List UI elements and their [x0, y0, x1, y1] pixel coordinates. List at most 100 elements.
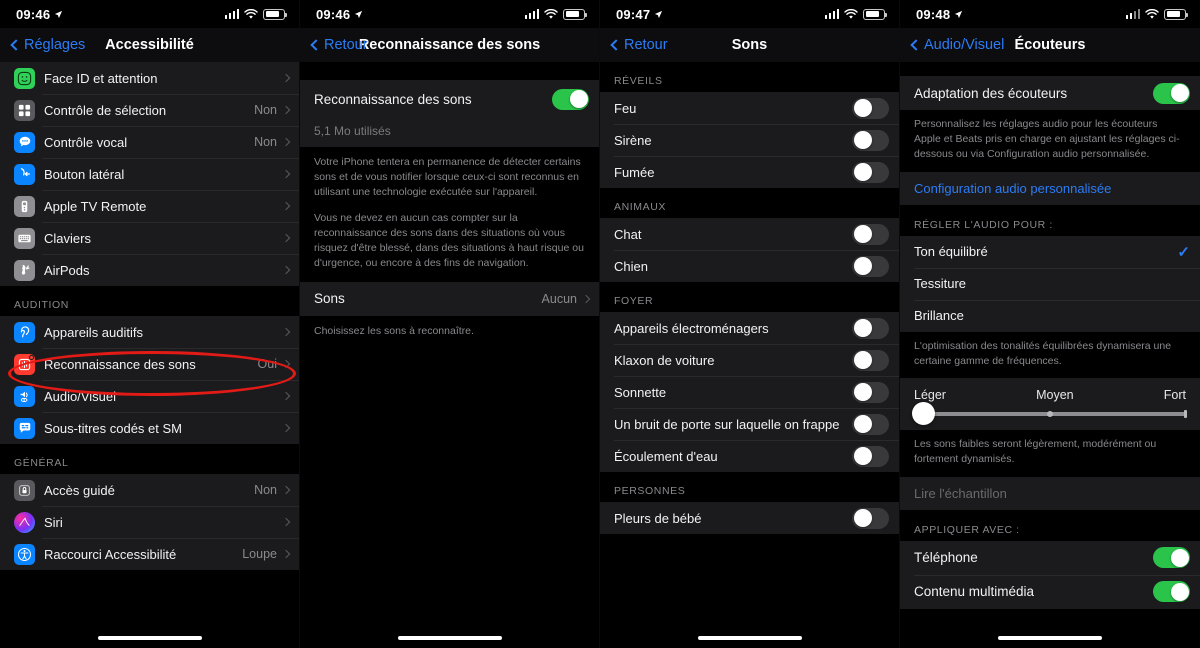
sound-toggle[interactable]: [852, 317, 889, 339]
settings-list[interactable]: Reconnaissance des sons 5,1 Mo utilisés …: [300, 62, 599, 648]
chevron-right-icon: [581, 294, 591, 303]
sound-label: Écoulement d'eau: [614, 448, 718, 464]
sidebar-item-face-id[interactable]: Face ID et attention: [0, 62, 299, 94]
settings-group-general-top: Face ID et attention Contrôle de sélecti…: [0, 62, 299, 286]
sound-toggle[interactable]: [852, 97, 889, 119]
sound-recognition-group: Reconnaissance des sons 5,1 Mo utilisés: [300, 80, 599, 147]
sound-toggle-row[interactable]: Sonnette: [600, 376, 899, 408]
sound-toggle[interactable]: [852, 349, 889, 371]
sound-toggle[interactable]: [852, 507, 889, 529]
sound-toggle-row[interactable]: Chien: [600, 250, 899, 282]
sound-toggle[interactable]: [852, 223, 889, 245]
sounds-list[interactable]: RÉVEILS Feu Sirène Fumée ANIMAUX Chat Ch…: [600, 62, 899, 648]
adaptation-footnote-block: Personnalisez les réglages audio pour le…: [900, 110, 1200, 172]
chevron-left-icon: [10, 39, 22, 51]
toggle-knob: [853, 383, 872, 401]
sound-toggle[interactable]: [852, 129, 889, 151]
sidebar-item-apple-tv-remote[interactable]: Apple TV Remote: [0, 190, 299, 222]
tune-option-row[interactable]: Brillance: [900, 299, 1200, 332]
location-arrow-icon: [355, 10, 363, 18]
row-value: Non: [254, 103, 277, 117]
headphone-accommodations-row[interactable]: Adaptation des écouteurs: [900, 76, 1200, 110]
sidebar-item-airpods[interactable]: AirPods: [0, 254, 299, 286]
sound-toggle-row[interactable]: Écoulement d'eau: [600, 440, 899, 472]
row-value: Oui: [257, 357, 277, 371]
back-button[interactable]: Retour: [310, 37, 368, 53]
status-bar-indicators: [1125, 8, 1188, 20]
sidebar-item-hearing-devices[interactable]: Appareils auditifs: [0, 316, 299, 348]
sound-toggle-row[interactable]: Sirène: [600, 124, 899, 156]
sound-label: Pleurs de bébé: [614, 510, 702, 526]
sound-toggle-row[interactable]: Un bruit de porte sur laquelle on frappe: [600, 408, 899, 440]
spacer: [900, 62, 1200, 76]
sound-toggle-row[interactable]: Klaxon de voiture: [600, 344, 899, 376]
group-header-general: GÉNÉRAL: [0, 444, 299, 474]
back-button[interactable]: Retour: [610, 37, 668, 53]
sounds-row[interactable]: Sons Aucun: [300, 281, 599, 316]
apply-label: Contenu multimédia: [914, 584, 1035, 600]
headphone-accommodations-label: Adaptation des écouteurs: [914, 85, 1068, 101]
cellular-bars-icon: [524, 9, 539, 19]
sound-toggle[interactable]: [852, 413, 889, 435]
sound-toggle-row[interactable]: Feu: [600, 92, 899, 124]
toggle-knob: [853, 509, 872, 527]
apply-toggle-row[interactable]: Téléphone: [900, 540, 1200, 575]
apply-toggle-row[interactable]: Contenu multimédia: [900, 574, 1200, 609]
sidebar-item-label: Sous-titres codés et SM: [44, 420, 182, 436]
sidebar-item-side-button[interactable]: Bouton latéral: [0, 158, 299, 190]
sidebar-item-voice-control[interactable]: Contrôle vocal Non: [0, 126, 299, 158]
sound-recognition-toggle[interactable]: [552, 88, 589, 110]
sidebar-item-subtitles[interactable]: Sous-titres codés et SM: [0, 412, 299, 444]
settings-list[interactable]: Face ID et attention Contrôle de sélecti…: [0, 62, 299, 648]
slider-thumb[interactable]: [912, 402, 935, 426]
sidebar-item-siri[interactable]: Siri: [0, 506, 299, 538]
headphone-accommodations-toggle[interactable]: [1153, 82, 1190, 104]
battery-icon: [563, 8, 587, 20]
sidebar-item-audio-visual[interactable]: Audio/Visuel: [0, 380, 299, 412]
storage-usage-note: 5,1 Mo utilisés: [300, 118, 599, 147]
slider-tick-end: [1184, 410, 1187, 419]
strength-slider[interactable]: [912, 402, 1187, 426]
sidebar-item-sound-recognition[interactable]: Reconnaissance des sons Oui: [0, 348, 299, 380]
back-button[interactable]: Audio/Visuel: [910, 37, 1005, 53]
wifi-icon: [844, 8, 858, 19]
custom-audio-setup-link[interactable]: Configuration audio personnalisée: [900, 171, 1200, 205]
sidebar-item-accessibility-shortcut[interactable]: Raccourci Accessibilité Loupe: [0, 538, 299, 570]
status-time: 09:46: [16, 6, 51, 22]
sound-recognition-toggle-row[interactable]: Reconnaissance des sons: [300, 80, 599, 118]
sound-toggle[interactable]: [852, 445, 889, 467]
apply-toggle[interactable]: [1153, 581, 1190, 603]
sound-toggle[interactable]: [852, 161, 889, 183]
apple-tv-remote-icon: [14, 195, 35, 217]
apply-toggle[interactable]: [1153, 547, 1190, 569]
wifi-icon: [544, 8, 558, 19]
toggle-knob: [853, 99, 872, 117]
footnote-paragraph-1: Votre iPhone tentera en permanence de dé…: [314, 156, 581, 199]
group-header-foyer: FOYER: [600, 282, 899, 312]
tune-option-row[interactable]: Tessiture: [900, 267, 1200, 300]
checkmark-icon: ✓: [1177, 243, 1190, 261]
sound-toggle-row[interactable]: Fumée: [600, 156, 899, 188]
sidebar-item-guided-access[interactable]: Accès guidé Non: [0, 474, 299, 506]
tune-option-row[interactable]: Ton équilibré ✓: [900, 235, 1200, 268]
back-button-label: Audio/Visuel: [924, 37, 1005, 53]
navigation-bar: Retour Sons: [600, 28, 899, 62]
sound-toggle-row[interactable]: Appareils électroménagers: [600, 312, 899, 344]
sound-toggle-row[interactable]: Pleurs de bébé: [600, 502, 899, 534]
cellular-bars-icon: [1125, 9, 1140, 19]
status-bar-time-group: 09:46: [316, 7, 363, 22]
airpods-icon: [14, 259, 35, 281]
toggle-knob: [1170, 582, 1189, 601]
play-sample-button[interactable]: Lire l'échantillon: [900, 476, 1200, 510]
sidebar-item-switch-control[interactable]: Contrôle de sélection Non: [0, 94, 299, 126]
sidebar-item-label: Audio/Visuel: [44, 388, 117, 404]
sound-toggle[interactable]: [852, 381, 889, 403]
back-button[interactable]: Réglages: [10, 37, 85, 53]
sidebar-item-keyboards[interactable]: Claviers: [0, 222, 299, 254]
phone-screen-reconnaissance-des-sons: 09:46 Retour Reconnaissance des sons Rec…: [300, 0, 600, 648]
sound-toggle[interactable]: [852, 255, 889, 277]
chevron-right-icon: [281, 73, 291, 83]
headphone-settings-list[interactable]: Adaptation des écouteurs Personnalisez l…: [900, 62, 1200, 648]
sidebar-item-label: AirPods: [44, 262, 90, 278]
sound-toggle-row[interactable]: Chat: [600, 218, 899, 250]
